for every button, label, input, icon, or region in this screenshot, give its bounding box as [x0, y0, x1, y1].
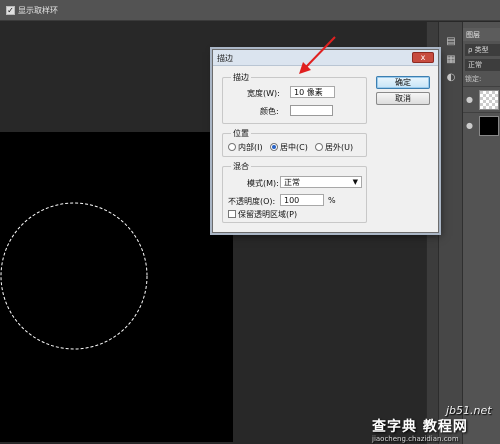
tab-layers[interactable]: 图层: [463, 28, 500, 41]
layers-panel: 图层 ρ 类型 正常 锁定: ● ●: [462, 22, 500, 444]
selection-overlay: [0, 202, 148, 350]
opacity-label: 不透明度(O):: [228, 197, 276, 206]
layer-thumbnail: [479, 90, 499, 110]
width-label: 宽度(W):: [247, 89, 280, 98]
mode-select[interactable]: 正常 ▼: [280, 176, 362, 188]
blend-group-legend: 混合: [231, 161, 251, 172]
radio-outside-label: 居外(U): [325, 143, 354, 152]
blend-group: 混合 模式(M): 正常 ▼ 不透明度(O): 100 % 保留透明区域(P): [222, 161, 367, 223]
dialog-title: 描边: [217, 54, 233, 63]
radio-inside[interactable]: [228, 143, 236, 151]
radio-outside[interactable]: [315, 143, 323, 151]
layer-row[interactable]: ●: [463, 112, 500, 138]
dialog-titlebar[interactable]: 描边 x: [213, 50, 438, 66]
position-group-legend: 位置: [231, 128, 251, 139]
radio-inside-label: 内部(I): [238, 143, 263, 152]
document-canvas[interactable]: [0, 132, 233, 442]
options-bar: ✓ 显示取样环: [0, 0, 500, 21]
preserve-transparency-label: 保留透明区域(P): [238, 210, 298, 219]
stroke-group: 描边 宽度(W): 10 像素 颜色:: [222, 72, 367, 124]
color-swatch[interactable]: [290, 105, 333, 116]
lock-label: 锁定:: [465, 75, 482, 83]
radio-center[interactable]: [270, 143, 278, 151]
cancel-button[interactable]: 取消: [376, 92, 430, 105]
show-sampling-ring-label: 显示取样环: [18, 6, 58, 15]
radio-center-label: 居中(C): [280, 143, 308, 152]
chevron-down-icon: ▼: [352, 178, 358, 186]
mode-select-value: 正常: [284, 178, 300, 187]
eye-icon[interactable]: ●: [466, 121, 473, 130]
show-sampling-ring-checkbox[interactable]: ✓: [6, 6, 15, 15]
adjust-icon[interactable]: ◐: [445, 72, 457, 84]
position-group: 位置 内部(I) 居中(C) 居外(U): [222, 128, 367, 157]
layer-row[interactable]: ●: [463, 86, 500, 112]
stroke-dialog: 描边 x 描边 宽度(W): 10 像素 颜色: 位置 内部(I) 居中(C) …: [212, 49, 439, 233]
watermark-url: jiaocheng.chazidian.com: [372, 435, 459, 443]
layer-thumbnail: [479, 116, 499, 136]
opacity-unit: %: [328, 196, 336, 205]
layer-blend-mode[interactable]: 正常: [465, 59, 500, 71]
color-label: 颜色:: [260, 107, 279, 116]
eye-icon[interactable]: ●: [466, 95, 473, 104]
close-button[interactable]: x: [412, 52, 434, 63]
width-input[interactable]: 10 像素: [290, 86, 335, 98]
preserve-transparency-checkbox[interactable]: [228, 210, 236, 218]
history-icon[interactable]: ▤: [445, 36, 457, 48]
layer-filter[interactable]: ρ 类型: [465, 44, 500, 56]
stroke-group-legend: 描边: [231, 72, 251, 83]
circle-marquee-selection: [0, 202, 148, 350]
opacity-input[interactable]: 100: [280, 194, 324, 206]
ok-button[interactable]: 确定: [376, 76, 430, 89]
properties-icon[interactable]: ▦: [445, 54, 457, 66]
watermark-brand: 查字典 教程网: [372, 419, 468, 435]
mode-label: 模式(M):: [247, 179, 279, 188]
panel-icon-column: ▤ ▦ ◐: [438, 22, 462, 444]
